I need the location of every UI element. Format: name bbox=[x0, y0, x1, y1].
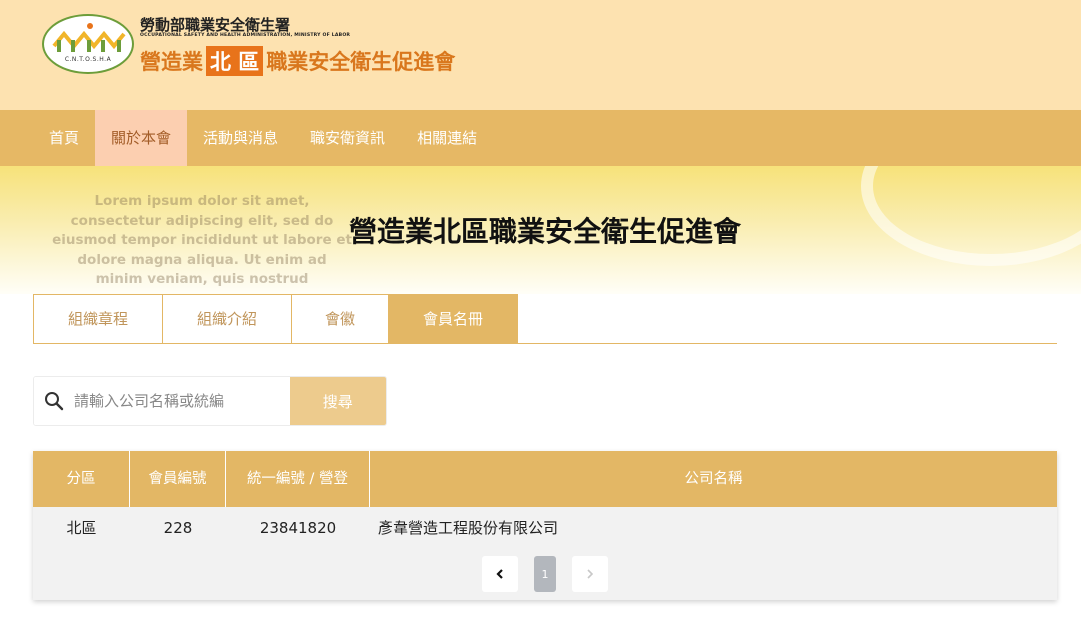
cell-region: 北區 bbox=[66, 519, 97, 537]
search-input[interactable] bbox=[74, 392, 284, 410]
association-title-part2: 職業安全衛生促進會 bbox=[266, 50, 456, 74]
page-title: 營造業北區職業安全衛生促進會 bbox=[348, 215, 741, 248]
search-box bbox=[34, 377, 290, 425]
chevron-right-icon bbox=[587, 569, 594, 579]
nav-item-home[interactable]: 首頁 bbox=[33, 110, 95, 166]
logo-figures-icon bbox=[52, 23, 126, 52]
column-header-member-no: 會員編號 bbox=[130, 451, 226, 507]
association-title: 營造業 北 區 職業安全衛生促進會 bbox=[140, 46, 455, 76]
next-page-button[interactable] bbox=[572, 556, 608, 592]
logo-abbr: C.N.T.O.S.H.A bbox=[64, 56, 112, 63]
nav-item-about[interactable]: 關於本會 bbox=[95, 110, 188, 166]
page-banner: Lorem ipsum dolor sit amet, consectetur … bbox=[0, 166, 1081, 294]
nav-item-news[interactable]: 活動與消息 bbox=[187, 110, 294, 166]
tab-member-list[interactable]: 會員名冊 bbox=[388, 294, 518, 343]
search-bar: 搜尋 bbox=[33, 376, 387, 426]
table-row: 北區 228 23841820 彥韋營造工程股份有限公司 bbox=[33, 507, 1057, 549]
main-nav: 首頁 關於本會 活動與消息 職安衛資訊 相關連結 bbox=[0, 110, 1081, 166]
logo[interactable]: C.N.T.O.S.H.A bbox=[42, 14, 134, 74]
association-title-part1: 營造業 bbox=[140, 50, 203, 74]
search-icon bbox=[34, 391, 74, 411]
column-header-company-name: 公司名稱 bbox=[684, 471, 743, 487]
nav-item-osh-info[interactable]: 職安衛資訊 bbox=[294, 110, 401, 166]
cell-member-no: 228 bbox=[163, 519, 193, 537]
pagination: 1 bbox=[33, 556, 1057, 592]
association-title-highlight: 北 區 bbox=[206, 46, 264, 76]
cell-tax-id: 23841820 bbox=[259, 519, 337, 537]
prev-page-button[interactable] bbox=[482, 556, 518, 592]
search-button[interactable]: 搜尋 bbox=[289, 377, 386, 425]
tab-introduction[interactable]: 組織介紹 bbox=[162, 294, 292, 343]
section-tabs: 組織章程 組織介紹 會徽 會員名冊 bbox=[33, 294, 1057, 344]
table-header: 分區 會員編號 統一編號 / 營登 公司名稱 bbox=[33, 451, 1057, 507]
site-header: C.N.T.O.S.H.A 勞動部職業安全衛生署 OCCUPATIONAL SA… bbox=[0, 0, 1081, 110]
nav-item-links[interactable]: 相關連結 bbox=[401, 110, 493, 166]
org-name-en: OCCUPATIONAL SAFETY AND HEALTH ADMINISTR… bbox=[140, 33, 351, 38]
chevron-left-icon bbox=[496, 569, 503, 579]
tab-emblem[interactable]: 會徽 bbox=[291, 294, 389, 343]
column-header-tax-id: 統一編號 / 營登 bbox=[226, 451, 370, 507]
member-table: 分區 會員編號 統一編號 / 營登 公司名稱 北區 228 23841820 彥… bbox=[33, 451, 1057, 600]
column-header-region: 分區 bbox=[33, 451, 130, 507]
cell-company-name: 彥韋營造工程股份有限公司 bbox=[378, 519, 559, 537]
tab-charter[interactable]: 組織章程 bbox=[33, 294, 163, 343]
org-name-cn: 勞動部職業安全衛生署 bbox=[140, 16, 291, 34]
page-number-current[interactable]: 1 bbox=[534, 556, 556, 592]
